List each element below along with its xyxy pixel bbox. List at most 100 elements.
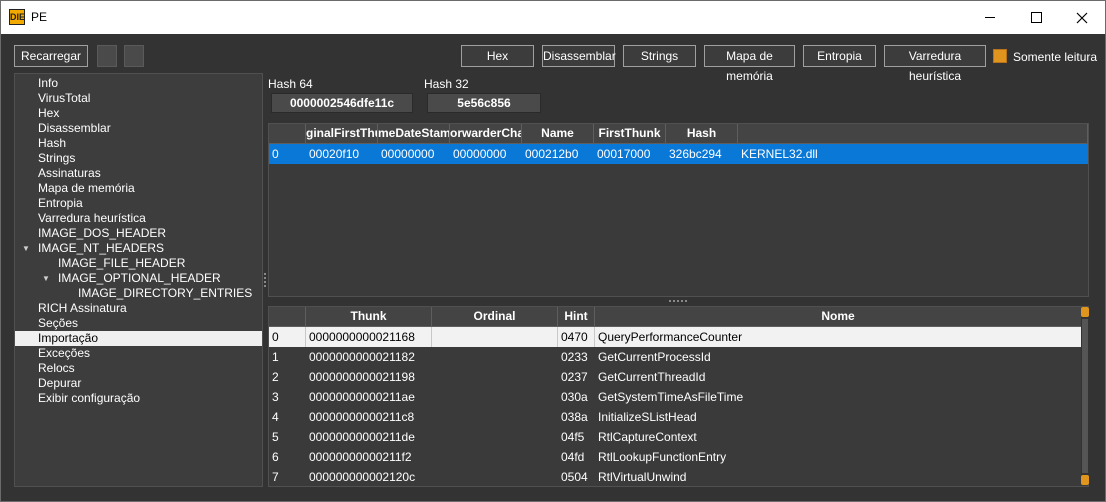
tree-item[interactable]: Depurar xyxy=(15,376,262,391)
toolbar-blank-button-2[interactable] xyxy=(124,45,144,67)
table-cell: 000000000002120c xyxy=(309,470,416,484)
table-cell: 1 xyxy=(272,350,279,364)
table-cell: 0000000000021198 xyxy=(309,370,415,384)
expand-arrow-icon[interactable]: ▼ xyxy=(42,271,50,286)
table-row[interactable]: 2 0000000000021198 0237 GetCurrentThread… xyxy=(269,367,1088,387)
memory-map-button[interactable]: Mapa de memória xyxy=(704,45,795,83)
column-header[interactable] xyxy=(738,124,1088,144)
tree-item[interactable]: Relocs xyxy=(15,361,262,376)
column-header[interactable]: Hash xyxy=(666,124,738,144)
table-cell: KERNEL32.dll xyxy=(741,147,818,161)
table-cell: 00000000000211de xyxy=(309,430,415,444)
hash32-label: Hash 32 xyxy=(424,77,469,91)
scrollbar-thumb[interactable] xyxy=(1082,319,1088,473)
table-cell xyxy=(432,427,558,447)
column-header[interactable]: Nome xyxy=(595,307,1082,327)
table-cell: 7 xyxy=(272,470,279,484)
tree-item[interactable]: Hex xyxy=(15,106,262,121)
table-row-selected[interactable]: 0 0000000000021168 0470 QueryPerformance… xyxy=(269,327,1088,347)
horizontal-splitter-handle[interactable] xyxy=(669,300,689,303)
column-header[interactable]: meDateStam xyxy=(378,124,450,144)
table-cell: 00000000 xyxy=(381,147,435,161)
function-table-scrollbar[interactable] xyxy=(1081,307,1089,485)
readonly-checkbox[interactable] xyxy=(993,49,1007,63)
maximize-button[interactable] xyxy=(1013,1,1059,34)
scroll-up-icon[interactable] xyxy=(1081,307,1089,317)
tree-item[interactable]: Hash xyxy=(15,136,262,151)
scroll-down-icon[interactable] xyxy=(1081,475,1089,485)
minimize-button[interactable] xyxy=(967,1,1013,34)
table-cell: 0237 xyxy=(561,370,588,384)
table-cell: 0 xyxy=(269,327,306,347)
main-window: DIE PE Recarregar Hex Disassemblar Strin… xyxy=(0,0,1106,502)
table-cell xyxy=(432,447,558,467)
column-header[interactable]: Thunk xyxy=(306,307,432,327)
table-row[interactable]: 5 00000000000211de 04f5 RtlCaptureContex… xyxy=(269,427,1088,447)
import-function-table[interactable]: Thunk Ordinal Hint Nome 0 00000000000211… xyxy=(268,306,1089,487)
table-row[interactable]: 4 00000000000211c8 038a InitializeSListH… xyxy=(269,407,1088,427)
table-row[interactable]: 1 0000000000021182 0233 GetCurrentProces… xyxy=(269,347,1088,367)
table-cell xyxy=(432,407,558,427)
disassemble-button[interactable]: Disassemblar xyxy=(542,45,616,67)
close-button[interactable] xyxy=(1059,1,1105,34)
close-icon xyxy=(1076,12,1088,23)
window-title: PE xyxy=(31,10,48,24)
table-cell: RtlVirtualUnwind xyxy=(598,470,687,484)
tree-item[interactable]: IMAGE_FILE_HEADER xyxy=(15,256,262,271)
tree-item[interactable]: Strings xyxy=(15,151,262,166)
tree-item-label: Strings xyxy=(38,151,76,165)
import-library-table[interactable]: ginalFirstThun meDateStam orwarderCha Na… xyxy=(268,123,1089,297)
table-cell: 04f5 xyxy=(561,430,585,444)
tree-item[interactable]: Varredura heurística xyxy=(15,211,262,226)
table-cell xyxy=(432,327,558,347)
tree-item[interactable]: Exceções xyxy=(15,346,262,361)
reload-button[interactable]: Recarregar xyxy=(14,45,88,67)
section-tree[interactable]: Info VirusTotal Hex Disassemblar Hash St… xyxy=(14,73,263,487)
column-header[interactable]: Ordinal xyxy=(432,307,558,327)
tree-item[interactable]: IMAGE_DOS_HEADER xyxy=(15,226,262,241)
tree-item[interactable]: ▼ IMAGE_OPTIONAL_HEADER xyxy=(15,271,262,286)
tree-item-label: IMAGE_FILE_HEADER xyxy=(58,256,186,270)
tree-item[interactable]: VirusTotal xyxy=(15,91,262,106)
tree-item-label: Disassemblar xyxy=(38,121,111,135)
hex-button[interactable]: Hex xyxy=(461,45,534,67)
tree-item[interactable]: Mapa de memória xyxy=(15,181,262,196)
column-header[interactable]: FirstThunk xyxy=(594,124,666,144)
tree-item[interactable]: ▼ IMAGE_NT_HEADERS xyxy=(15,241,262,256)
tree-item-label: Info xyxy=(38,76,59,90)
tree-item[interactable]: IMAGE_DIRECTORY_ENTRIES xyxy=(15,286,262,301)
tree-item[interactable]: Exibir configuração xyxy=(15,391,262,406)
tree-item-selected[interactable]: Importação xyxy=(15,331,262,346)
table-cell: 2 xyxy=(272,370,279,384)
table-row[interactable]: 6 00000000000211f2 04fd RtlLookupFunctio… xyxy=(269,447,1088,467)
table-row-selected[interactable]: 0 00020f10 00000000 00000000 000212b0 00… xyxy=(269,144,1088,164)
tree-item[interactable]: Info xyxy=(15,76,262,91)
table-cell: 00000000 xyxy=(453,147,507,161)
column-header[interactable]: ginalFirstThun xyxy=(306,124,378,144)
table-cell: 0000000000021168 xyxy=(306,327,432,347)
vertical-splitter-handle[interactable] xyxy=(264,271,267,291)
table-cell: 0000000000021182 xyxy=(309,350,415,364)
strings-button[interactable]: Strings xyxy=(623,45,696,67)
column-header[interactable]: orwarderCha xyxy=(450,124,522,144)
title-bar: DIE PE xyxy=(1,1,1105,34)
table-cell: RtlLookupFunctionEntry xyxy=(598,450,727,464)
heuristic-scan-button[interactable]: Varredura heurística xyxy=(884,45,986,83)
column-header[interactable]: Name xyxy=(522,124,594,144)
toolbar-blank-button-1[interactable] xyxy=(97,45,117,67)
table-row[interactable]: 3 00000000000211ae 030a GetSystemTimeAsF… xyxy=(269,387,1088,407)
expand-arrow-icon[interactable]: ▼ xyxy=(22,241,30,256)
tree-item-label: Hash xyxy=(38,136,67,150)
tree-item[interactable]: Assinaturas xyxy=(15,166,262,181)
table-row[interactable]: 7 000000000002120c 0504 RtlVirtualUnwind xyxy=(269,467,1088,486)
tree-item[interactable]: Disassemblar xyxy=(15,121,262,136)
column-header[interactable] xyxy=(269,124,306,144)
column-header[interactable]: Hint xyxy=(558,307,595,327)
tree-item[interactable]: RICH Assinatura xyxy=(15,301,262,316)
table-cell xyxy=(432,387,558,407)
tree-item[interactable]: Entropia xyxy=(15,196,262,211)
tree-item-label: Seções xyxy=(38,316,79,330)
entropy-button[interactable]: Entropia xyxy=(803,45,876,67)
tree-item[interactable]: Seções xyxy=(15,316,262,331)
column-header[interactable] xyxy=(269,307,306,327)
